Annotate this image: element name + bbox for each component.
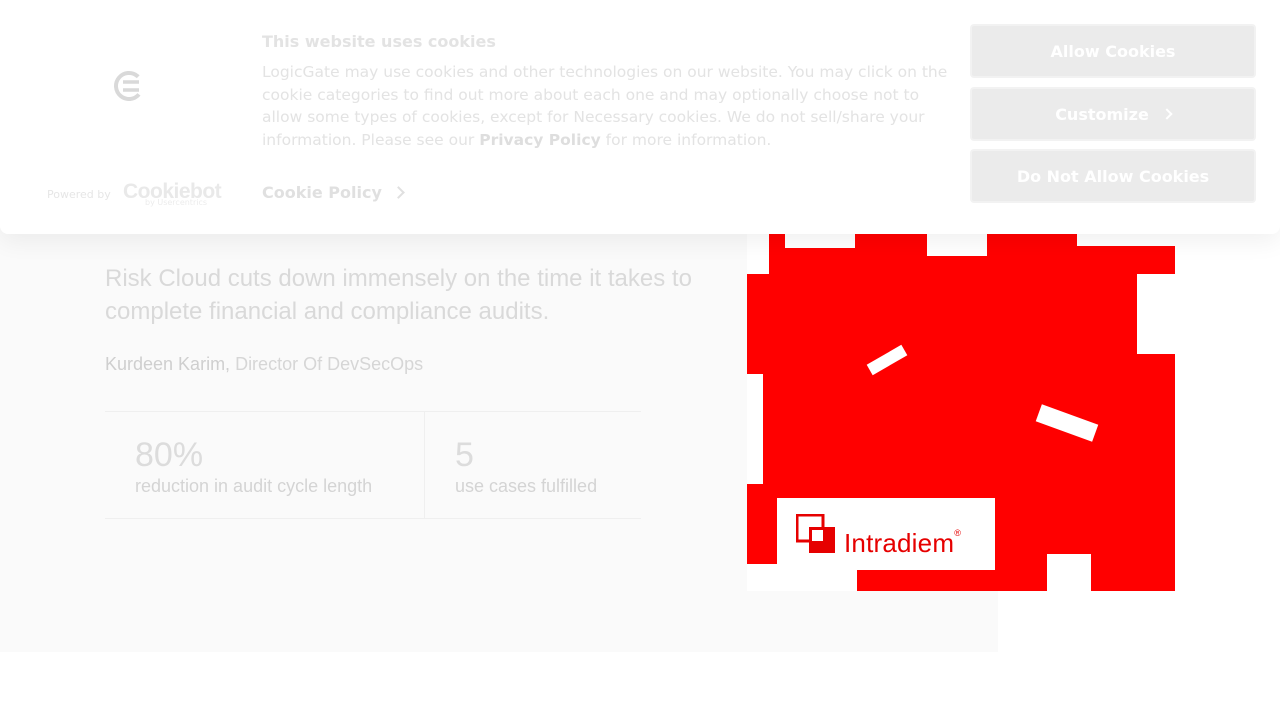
cookie-policy-link[interactable]: Cookie Policy (262, 183, 405, 202)
stat-item: 5 use cases fulfilled (425, 412, 641, 518)
deny-cookies-button[interactable]: Do Not Allow Cookies (970, 149, 1256, 203)
logicgate-logo-icon (114, 71, 144, 101)
stats-row: 80% reduction in audit cycle length 5 us… (105, 411, 641, 519)
author-name: Kurdeen Karim, (105, 354, 231, 374)
stat-value: 5 (455, 436, 474, 474)
deny-cookies-label: Do Not Allow Cookies (1016, 166, 1210, 186)
intradiem-logo-icon (796, 514, 835, 553)
stat-value: 80% (135, 436, 204, 474)
privacy-policy-link[interactable]: Privacy Policy (479, 131, 601, 149)
customize-button[interactable]: Customize (970, 87, 1256, 141)
testimonial-quote: Risk Cloud cuts down immensely on the ti… (105, 265, 692, 325)
cookiebot-branding[interactable]: Powered by Cookiebot by Usercentrics (47, 180, 222, 210)
cookie-policy-label: Cookie Policy (262, 183, 382, 202)
cookie-banner-body: LogicGate may use cookies and other tech… (262, 63, 948, 150)
stat-label: reduction in audit cycle length (135, 476, 373, 496)
cookiebot-sub-label: by Usercentrics (145, 198, 208, 207)
powered-by-label: Powered by (47, 188, 111, 201)
allow-cookies-label: Allow Cookies (1050, 41, 1176, 61)
cookie-banner: Powered by Cookiebot by Usercentrics Thi… (0, 0, 1280, 234)
author-title: Director Of DevSecOps (230, 354, 424, 374)
cookie-banner-title: This website uses cookies (262, 32, 496, 51)
stat-label: use cases fulfilled (455, 476, 598, 496)
allow-cookies-button[interactable]: Allow Cookies (970, 24, 1256, 78)
partner-logo-text: Intradiem® (844, 528, 962, 558)
stat-item: 80% reduction in audit cycle length (105, 412, 425, 518)
chevron-right-icon (1161, 108, 1173, 120)
customer-photo: Intradiem® (747, 234, 1175, 591)
customize-label: Customize (1055, 104, 1149, 124)
chevron-right-icon (392, 186, 405, 199)
testimonial-attribution: Kurdeen Karim, Director Of DevSecOps (105, 354, 423, 375)
